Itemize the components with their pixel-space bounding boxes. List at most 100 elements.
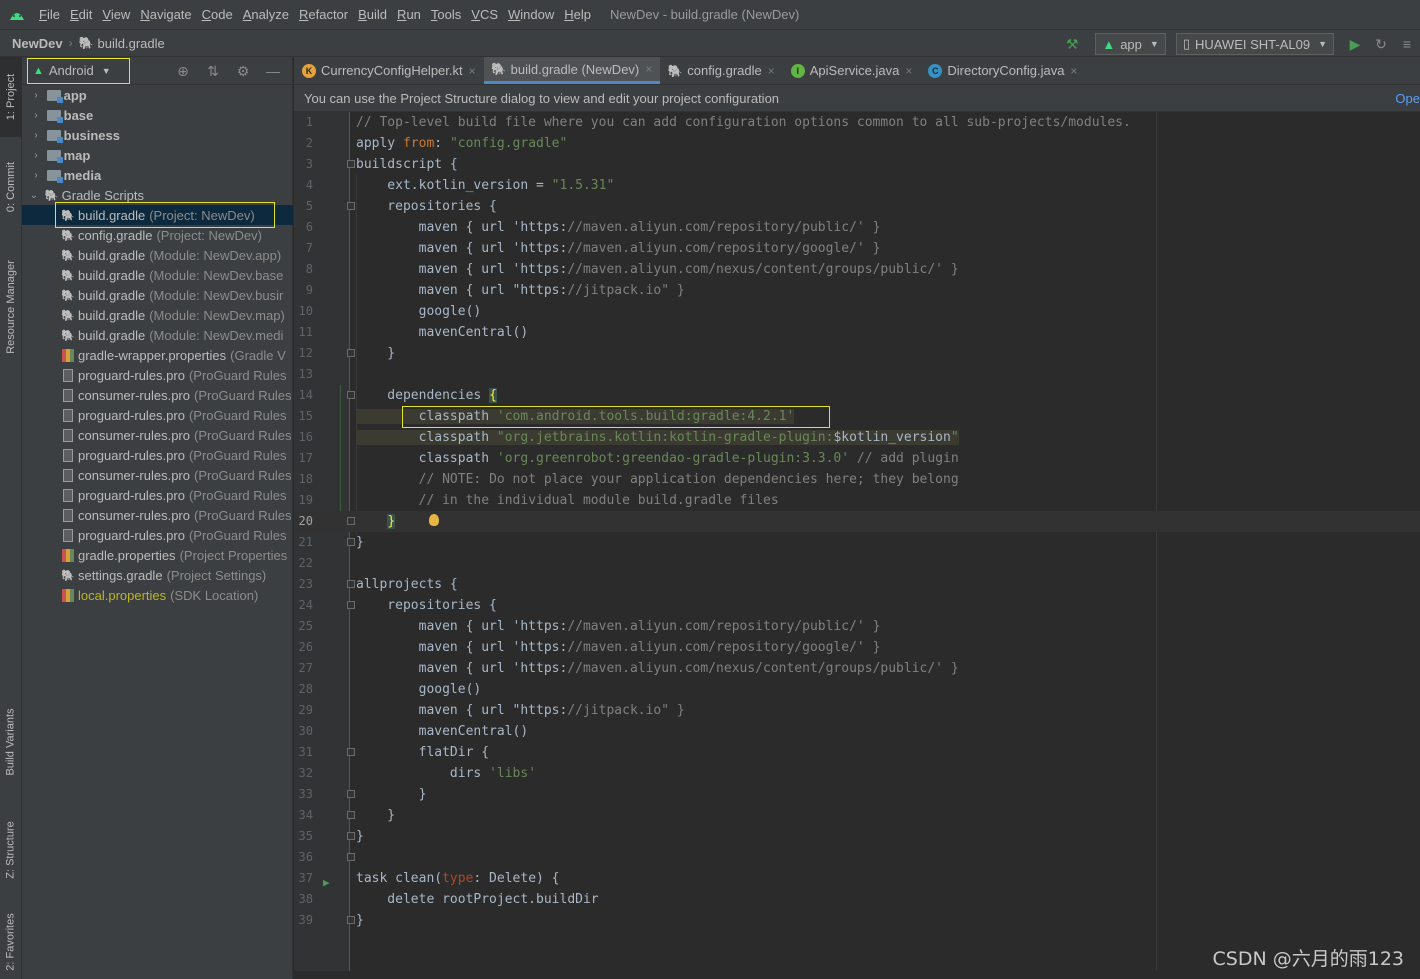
tree-item[interactable]: › base: [22, 105, 293, 125]
menu-tools[interactable]: Tools: [426, 0, 466, 29]
tree-item[interactable]: gradle.properties (Project Properties: [22, 545, 293, 565]
code-line[interactable]: 1 // Top-level build file where you can a…: [294, 112, 1420, 133]
code-line[interactable]: 23 allprojects {: [294, 574, 1420, 595]
code-line[interactable]: 14 dependencies {: [294, 385, 1420, 406]
code-line[interactable]: 8 maven { url 'https://maven.aliyun.com/…: [294, 259, 1420, 280]
code-line[interactable]: 3 buildscript {: [294, 154, 1420, 175]
tree-item[interactable]: ⌄ 🐘 Gradle Scripts: [22, 185, 293, 205]
project-view-select[interactable]: ▲ Android ▼: [27, 57, 130, 84]
code-line[interactable]: 36: [294, 847, 1420, 868]
editor-tab[interactable]: 🐘 config.gradle ×: [660, 57, 782, 84]
menu-navigate[interactable]: Navigate: [135, 0, 196, 29]
tree-item[interactable]: local.properties (SDK Location): [22, 585, 293, 605]
tree-item[interactable]: proguard-rules.pro (ProGuard Rules: [22, 525, 293, 545]
fold-marker-icon[interactable]: [347, 202, 355, 210]
tree-item[interactable]: 🐘 build.gradle (Module: NewDev.busir: [22, 285, 293, 305]
tree-item[interactable]: gradle-wrapper.properties (Gradle V: [22, 345, 293, 365]
tree-item[interactable]: › map: [22, 145, 293, 165]
tree-item[interactable]: 🐘 build.gradle (Module: NewDev.map): [22, 305, 293, 325]
tool-tab-favorites[interactable]: 2: Favorites: [0, 905, 22, 979]
tree-item[interactable]: 🐘 settings.gradle (Project Settings): [22, 565, 293, 585]
code-line[interactable]: 9 maven { url "https://jitpack.io" }: [294, 280, 1420, 301]
fold-marker-icon[interactable]: [347, 790, 355, 798]
code-line[interactable]: 32 dirs 'libs': [294, 763, 1420, 784]
fold-marker-icon[interactable]: [347, 601, 355, 609]
tree-item[interactable]: 🐘 build.gradle (Module: NewDev.base: [22, 265, 293, 285]
code-line[interactable]: 12 }: [294, 343, 1420, 364]
build-hammer-icon[interactable]: ⚒: [1061, 33, 1083, 55]
intention-bulb-icon[interactable]: [429, 514, 439, 526]
chevron-right-icon[interactable]: ›: [30, 90, 42, 101]
code-line[interactable]: 38 delete rootProject.buildDir: [294, 889, 1420, 910]
editor-tab[interactable]: C DirectoryConfig.java ×: [920, 57, 1085, 84]
tree-item[interactable]: 🐘 build.gradle (Module: NewDev.medi: [22, 325, 293, 345]
menu-run[interactable]: Run: [392, 0, 426, 29]
code-line[interactable]: 20 }: [294, 511, 1420, 532]
editor-tab[interactable]: 🐘 build.gradle (NewDev) ×: [483, 57, 661, 84]
fold-marker-icon[interactable]: [347, 391, 355, 399]
tree-item[interactable]: › media: [22, 165, 293, 185]
sync-icon[interactable]: ≡: [1396, 33, 1418, 55]
apply-changes-icon[interactable]: ↻: [1370, 33, 1392, 55]
tree-item[interactable]: 🐘 config.gradle (Project: NewDev): [22, 225, 293, 245]
minimize-icon[interactable]: —: [260, 60, 286, 82]
code-line[interactable]: 25 maven { url 'https://maven.aliyun.com…: [294, 616, 1420, 637]
chevron-right-icon[interactable]: ›: [30, 150, 42, 161]
run-config-select[interactable]: ▲ app ▼: [1095, 33, 1166, 55]
breadcrumb-file[interactable]: build.gradle: [98, 36, 165, 51]
code-line[interactable]: 13: [294, 364, 1420, 385]
code-line[interactable]: 19 // in the individual module build.gra…: [294, 490, 1420, 511]
fold-marker-icon[interactable]: [347, 517, 355, 525]
fold-marker-icon[interactable]: [347, 916, 355, 924]
code-line[interactable]: 39}: [294, 910, 1420, 931]
tree-item[interactable]: › business: [22, 125, 293, 145]
tree-item[interactable]: 🐘 build.gradle (Project: NewDev): [22, 205, 293, 225]
tree-item[interactable]: proguard-rules.pro (ProGuard Rules: [22, 445, 293, 465]
close-icon[interactable]: ×: [1070, 64, 1077, 78]
code-line[interactable]: 11 mavenCentral(): [294, 322, 1420, 343]
menu-code[interactable]: Code: [197, 0, 238, 29]
editor-tab[interactable]: I ApiService.java ×: [783, 57, 921, 84]
code-editor[interactable]: 1 // Top-level build file where you can a…: [294, 112, 1420, 979]
code-line[interactable]: 31 flatDir {: [294, 742, 1420, 763]
code-line[interactable]: 24 repositories {: [294, 595, 1420, 616]
tool-tab-build-variants[interactable]: Build Variants: [0, 687, 22, 797]
code-line[interactable]: 16 classpath "org.jetbrains.kotlin:kotli…: [294, 427, 1420, 448]
menu-refactor[interactable]: Refactor: [294, 0, 353, 29]
chevron-right-icon[interactable]: ›: [30, 170, 42, 181]
code-line[interactable]: 5 repositories {: [294, 196, 1420, 217]
locate-icon[interactable]: ⊕: [170, 60, 196, 82]
horizontal-scrollbar[interactable]: [294, 971, 1420, 979]
close-icon[interactable]: ×: [469, 64, 476, 78]
tree-item[interactable]: consumer-rules.pro (ProGuard Rules: [22, 385, 293, 405]
editor-tab[interactable]: K CurrencyConfigHelper.kt ×: [294, 57, 484, 84]
device-select[interactable]: ▯ HUAWEI SHT-AL09 ▼: [1175, 33, 1334, 55]
code-line[interactable]: 17 classpath 'org.greenrobot:greendao-gr…: [294, 448, 1420, 469]
code-line[interactable]: 33 }: [294, 784, 1420, 805]
close-icon[interactable]: ×: [645, 62, 652, 76]
menu-build[interactable]: Build: [353, 0, 392, 29]
code-line[interactable]: 7 maven { url 'https://maven.aliyun.com/…: [294, 238, 1420, 259]
tree-item[interactable]: 🐘 build.gradle (Module: NewDev.app): [22, 245, 293, 265]
menu-vcs[interactable]: VCS: [466, 0, 503, 29]
tree-item[interactable]: proguard-rules.pro (ProGuard Rules: [22, 485, 293, 505]
fold-marker-icon[interactable]: [347, 580, 355, 588]
close-icon[interactable]: ×: [905, 64, 912, 78]
tree-item[interactable]: › app: [22, 85, 293, 105]
run-icon[interactable]: ▶: [1344, 33, 1366, 55]
code-line[interactable]: 6 maven { url 'https://maven.aliyun.com/…: [294, 217, 1420, 238]
tool-tab-structure[interactable]: Z: Structure: [0, 805, 22, 895]
tree-item[interactable]: proguard-rules.pro (ProGuard Rules: [22, 365, 293, 385]
menu-window[interactable]: Window: [503, 0, 559, 29]
fold-marker-icon[interactable]: [347, 748, 355, 756]
code-line[interactable]: 27 maven { url 'https://maven.aliyun.com…: [294, 658, 1420, 679]
close-icon[interactable]: ×: [768, 64, 775, 78]
code-line[interactable]: 22: [294, 553, 1420, 574]
menu-edit[interactable]: Edit: [65, 0, 97, 29]
tool-tab-project[interactable]: 1: Project: [0, 57, 22, 137]
code-line[interactable]: 37 ▶ task clean(type: Delete) {: [294, 868, 1420, 889]
code-line[interactable]: 30 mavenCentral(): [294, 721, 1420, 742]
code-line[interactable]: 28 google(): [294, 679, 1420, 700]
code-line[interactable]: 2 apply from: "config.gradle": [294, 133, 1420, 154]
breadcrumb-root[interactable]: NewDev: [12, 36, 63, 51]
